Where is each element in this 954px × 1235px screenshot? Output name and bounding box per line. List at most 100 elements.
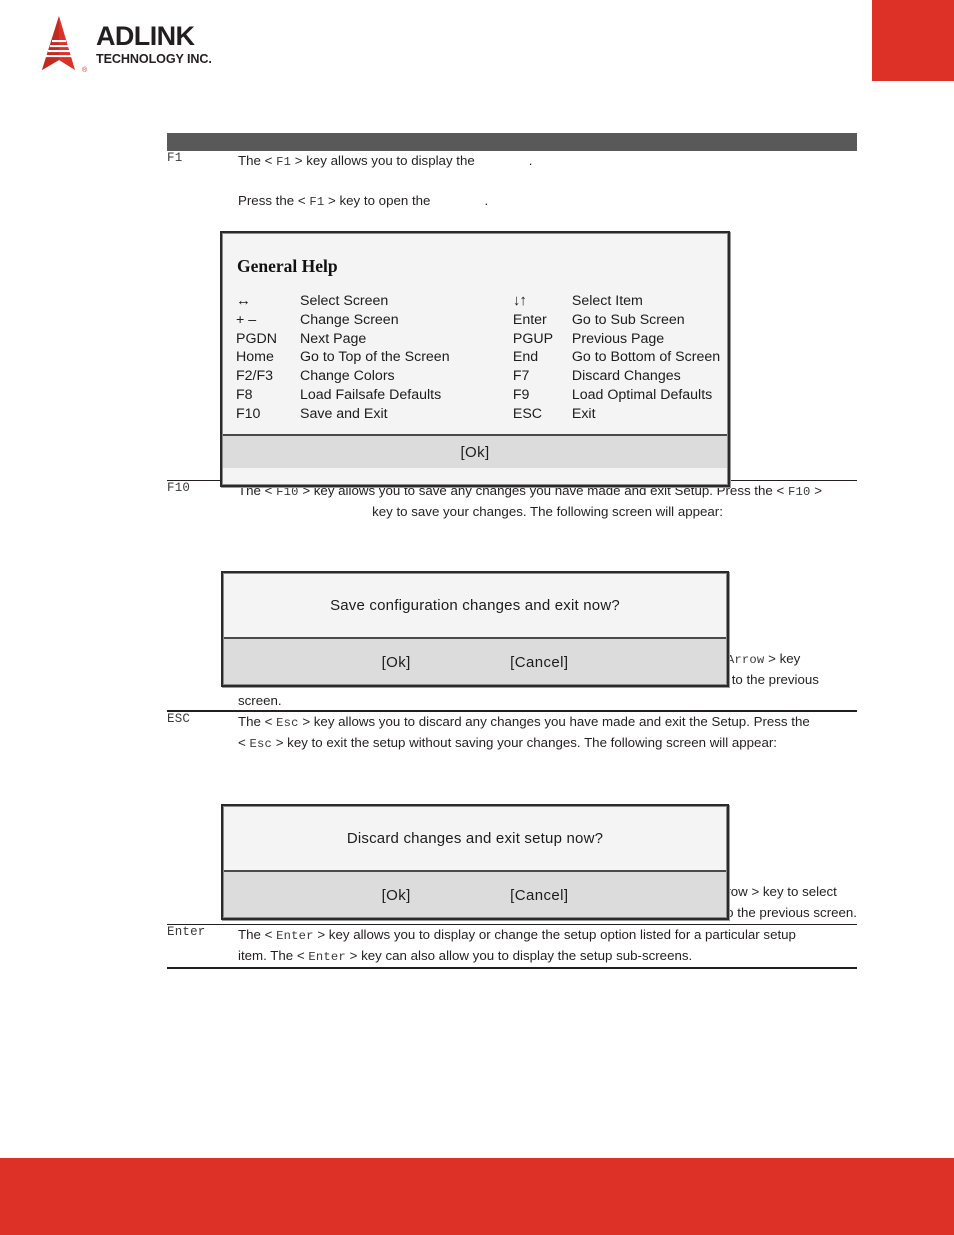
general-help-title: General Help	[237, 256, 338, 276]
text-fragment: Press the <	[238, 193, 310, 208]
key-description-enter: The < Enter > key allows you to display …	[238, 925, 857, 967]
text-fragment: > key to exit the setup without saving y…	[272, 734, 777, 750]
section-header-bar	[167, 133, 857, 151]
general-help-dialog[interactable]: General Help ↔ + – PGDN Home F2/F3 F8 F1…	[220, 231, 730, 487]
action-next-page: Next Page	[300, 330, 367, 347]
save-config-ok-button[interactable]: [Ok]	[382, 639, 411, 686]
text-fragment: > key can also allow you to display the …	[345, 948, 693, 964]
key-token: F1	[309, 195, 325, 209]
f10-paragraph-2: key to save your changes. The following …	[372, 504, 723, 520]
text-fragment: > key	[764, 651, 801, 667]
adlink-logo: ADLINK TECHNOLOGY INC. ®	[28, 14, 248, 80]
up-down-arrow-icon: ↓↑	[512, 292, 527, 309]
footer-accent-band	[0, 1158, 954, 1235]
discard-changes-button-bar: [Ok] [Cancel]	[224, 870, 726, 917]
text-fragment: > key allows you to display or change th…	[313, 927, 796, 943]
text-fragment: > key to open the	[324, 193, 431, 208]
right-column-actions: Select Item Go to Sub Screen Previous Pa…	[572, 292, 720, 424]
save-configuration-dialog[interactable]: Save configuration changes and exit now?…	[221, 571, 729, 687]
text-fragment: The <	[238, 713, 277, 729]
left-column-keys: ↔ + – PGDN Home F2/F3 F8 F10	[236, 292, 300, 424]
action-load-failsafe-defaults: Load Failsafe Defaults	[300, 386, 442, 403]
action-select-screen: Select Screen	[300, 293, 389, 309]
action-select-item: Select Item	[571, 293, 643, 309]
general-help-button-bar: [Ok]	[223, 434, 727, 468]
discard-changes-ok-button[interactable]: [Ok]	[382, 872, 411, 919]
left-right-arrow-icon: ↔	[236, 292, 251, 309]
dialog-inner-frame: General Help ↔ + – PGDN Home F2/F3 F8 F1…	[222, 233, 728, 485]
text-fragment: >	[810, 483, 822, 499]
enter-key: Enter	[512, 311, 547, 328]
action-save-and-exit: Save and Exit	[300, 405, 388, 422]
general-help-columns: ↔ + – PGDN Home F2/F3 F8 F10 Select Scre…	[223, 292, 727, 424]
pgup-key: PGUP	[512, 330, 554, 347]
general-help-left-column: ↔ + – PGDN Home F2/F3 F8 F10 Select Scre…	[236, 292, 513, 424]
enter-paragraph-2: item. The < Enter > key can also allow y…	[238, 946, 857, 967]
adlink-wordmark: ADLINK TECHNOLOGY INC.	[96, 23, 248, 67]
esc-paragraph-2: < Esc > key to exit the setup without sa…	[238, 733, 857, 754]
registered-mark: ®	[82, 67, 88, 74]
dialog-inner-frame: Save configuration changes and exit now?…	[223, 573, 727, 685]
dialog-inner-frame: Discard changes and exit setup now? [Ok]…	[223, 806, 727, 918]
key-token: Arrow	[726, 653, 765, 668]
pgdn-key: PGDN	[236, 330, 277, 347]
action-discard-changes: Discard Changes	[571, 368, 681, 385]
general-help-body: General Help ↔ + – PGDN Home F2/F3 F8 F1…	[223, 234, 727, 434]
action-go-to-bottom: Go to Bottom of Screen	[571, 349, 721, 366]
key-label-enter: Enter	[167, 925, 206, 940]
top-right-accent-block	[872, 0, 954, 81]
save-config-button-bar: [Ok] [Cancel]	[224, 637, 726, 684]
esc-paragraph-1: The < Esc > key allows you to discard an…	[238, 712, 857, 733]
enter-paragraph-1: The < Enter > key allows you to display …	[238, 925, 857, 946]
f2-f3-key: F2/F3	[236, 368, 274, 385]
save-config-cancel-button[interactable]: [Cancel]	[510, 639, 568, 686]
action-change-screen: Change Screen	[300, 311, 399, 328]
right-column-keys: ↓↑ Enter PGUP End F7 F9 ESC	[513, 292, 572, 424]
f7-key: F7	[512, 368, 530, 385]
f8-key: F8	[236, 386, 253, 403]
left-column-actions: Select Screen Change Screen Next Page Go…	[300, 292, 450, 424]
f1-paragraph-2: Press the < F1 > key to open the.	[238, 191, 857, 212]
table-row: Enter The < Enter > key allows you to di…	[167, 925, 857, 967]
text-fragment: item. The <	[238, 948, 309, 964]
action-change-colors: Change Colors	[300, 368, 395, 385]
brand-tagline: TECHNOLOGY INC.	[96, 52, 212, 66]
brand-name: ADLINK	[96, 21, 195, 51]
action-go-to-top: Go to Top of the Screen	[300, 349, 450, 366]
home-key: Home	[236, 349, 274, 366]
key-token: Esc	[276, 715, 299, 730]
plus-minus-key: + –	[236, 311, 257, 328]
general-help-ok-button[interactable]: [Ok]	[460, 436, 489, 470]
text-fragment: > key allows you to discard any changes …	[298, 713, 810, 729]
text-fragment: The <	[238, 153, 277, 168]
discard-changes-cancel-button[interactable]: [Cancel]	[510, 872, 568, 919]
adlink-triangle-icon	[28, 14, 90, 76]
table-rule	[167, 967, 857, 969]
text-fragment: > key allows you to display the	[291, 153, 475, 168]
key-token: Enter	[308, 950, 346, 965]
key-token: F10	[787, 485, 811, 500]
general-help-right-column: ↓↑ Enter PGUP End F7 F9 ESC Select Item …	[513, 292, 727, 424]
esc-key: ESC	[512, 405, 543, 422]
end-key: End	[512, 349, 539, 366]
f9-key: F9	[512, 386, 530, 403]
horizontal-rule	[167, 967, 857, 969]
action-exit: Exit	[571, 405, 596, 422]
text-fragment: .	[484, 193, 489, 208]
text-fragment: .	[528, 153, 533, 168]
key-token: F1	[276, 155, 292, 169]
save-config-message: Save configuration changes and exit now?	[224, 574, 726, 637]
f1-paragraph-1: The < F1 > key allows you to display the…	[238, 151, 857, 172]
text-fragment: <	[238, 734, 250, 750]
key-token: Esc	[249, 736, 273, 751]
action-go-to-sub-screen: Go to Sub Screen	[571, 311, 685, 328]
discard-changes-message: Discard changes and exit setup now?	[224, 807, 726, 870]
action-previous-page: Previous Page	[571, 330, 665, 347]
main-content: F1 The < F1 > key allows you to display …	[167, 133, 857, 969]
f10-key: F10	[236, 405, 261, 422]
discard-changes-dialog[interactable]: Discard changes and exit setup now? [Ok]…	[221, 804, 729, 920]
key-token: Enter	[276, 929, 314, 944]
text-fragment: The <	[238, 927, 277, 943]
key-token: F10	[276, 485, 299, 500]
action-load-optimal-defaults: Load Optimal Defaults	[571, 386, 713, 403]
